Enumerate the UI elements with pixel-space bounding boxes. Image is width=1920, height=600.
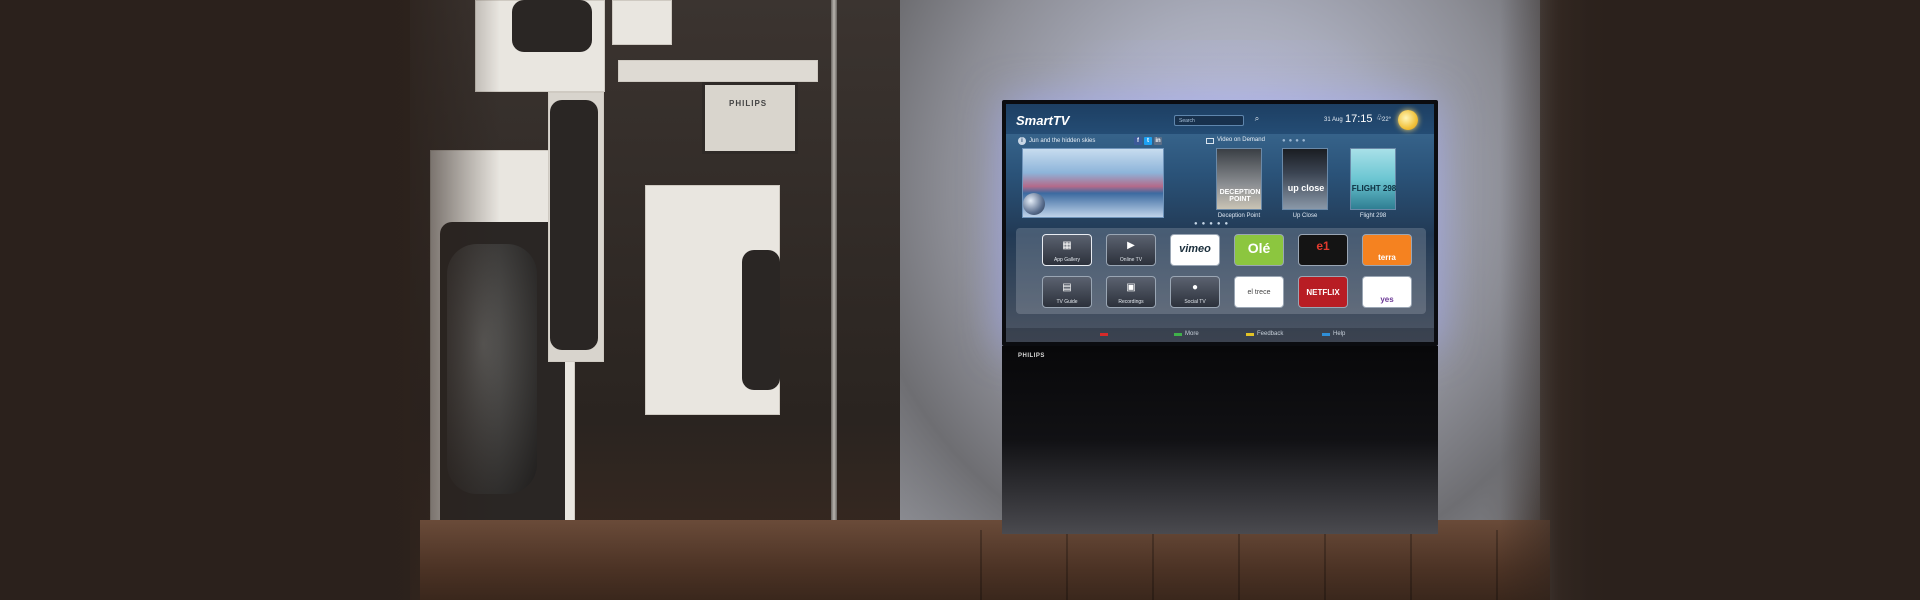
app-label: App Gallery <box>1053 257 1081 263</box>
facebook-icon[interactable]: f <box>1134 137 1142 145</box>
green-key[interactable] <box>1174 333 1182 336</box>
yellow-key[interactable] <box>1246 333 1254 336</box>
featured-title-row: i Jun and the hidden skies f t in <box>1018 137 1164 147</box>
tv-icon <box>1206 138 1214 144</box>
temperature-label: 22° <box>1382 117 1392 123</box>
yes-tile[interactable]: yes <box>1362 276 1412 308</box>
featured-video-thumbnail[interactable] <box>1022 148 1164 218</box>
vimeo-tile[interactable]: vimeo <box>1170 234 1220 266</box>
el-trece-logo: el trece <box>1247 289 1271 296</box>
old-tv <box>550 100 598 350</box>
tv-guide-tile[interactable]: ▤ TV Guide <box>1042 276 1092 308</box>
search-input[interactable]: Search <box>1174 115 1244 126</box>
movie-title: Deception Point <box>1217 213 1261 219</box>
poster-text: FLIGHT 298 <box>1351 184 1397 193</box>
movie-title: Flight 298 <box>1359 213 1387 219</box>
red-key[interactable] <box>1100 333 1108 336</box>
poster-label: PHILIPS <box>729 99 768 108</box>
e1-tile[interactable]: e1 <box>1298 234 1348 266</box>
date-label: 31 Aug <box>1324 117 1343 123</box>
floor-boards <box>980 530 1540 600</box>
app-label: Social TV <box>1184 299 1206 305</box>
right-shadow <box>1500 0 1920 600</box>
poster-text: DECEPTION POINT <box>1219 189 1261 203</box>
help-label[interactable]: Help <box>1333 331 1345 337</box>
app-label: Online TV <box>1119 257 1143 263</box>
shelf-fade <box>380 0 500 600</box>
e1-logo: e1 <box>1316 239 1330 253</box>
terra-tile[interactable]: terra <box>1362 234 1412 266</box>
netflix-tile[interactable]: NETFLIX <box>1298 276 1348 308</box>
app-label: TV Guide <box>1056 299 1078 305</box>
vod-title: Video on Demand <box>1217 137 1265 143</box>
movie-poster-up-close[interactable]: up close <box>1282 148 1328 210</box>
recordings-icon: ▣ <box>1126 282 1136 293</box>
featured-panel: i Jun and the hidden skies f t in <box>1018 134 1164 218</box>
old-tv <box>742 250 780 390</box>
vimeo-logo: vimeo <box>1179 243 1211 255</box>
scene-photo: PHILIPS SmartTV Search ⌕ 31 Aug 17:15 ♧ … <box>0 0 1920 600</box>
featured-play-orb <box>1023 193 1045 215</box>
search-icon[interactable]: ⌕ <box>1252 114 1262 124</box>
vod-page-dots: ●●●● <box>1282 138 1309 144</box>
smarttv-logo: SmartTV <box>1016 113 1070 128</box>
terra-logo: terra <box>1378 253 1396 262</box>
social-tv-tile[interactable]: ● Social TV <box>1170 276 1220 308</box>
more-label[interactable]: More <box>1185 331 1199 337</box>
app-label: Recordings <box>1118 299 1144 305</box>
carousel-dots: ●●●●● <box>1194 221 1233 227</box>
tv-bezel: SmartTV Search ⌕ 31 Aug 17:15 ♧ 22° i Ju… <box>1002 100 1438 346</box>
movie-title: Up Close <box>1292 213 1318 219</box>
feedback-label[interactable]: Feedback <box>1257 331 1283 337</box>
metal-pole <box>831 0 837 600</box>
poster-frame: PHILIPS <box>702 82 798 154</box>
smarttv-screen: SmartTV Search ⌕ 31 Aug 17:15 ♧ 22° i Ju… <box>1006 104 1434 342</box>
shelf-unit <box>612 0 672 45</box>
philips-logo: PHILIPS <box>1018 353 1045 359</box>
old-tv <box>512 0 592 52</box>
netflix-logo: NETFLIX <box>1306 288 1340 297</box>
movie-poster-flight-298[interactable]: FLIGHT 298 <box>1350 148 1396 210</box>
shelf-board <box>618 60 818 82</box>
info-icon: i <box>1018 137 1026 145</box>
sun-icon <box>1398 110 1418 130</box>
ole-tile[interactable]: Olé <box>1234 234 1284 266</box>
blue-key[interactable] <box>1322 333 1330 336</box>
vod-panel: Video on Demand ●●●● DECEPTION POINT Dec… <box>1206 134 1426 220</box>
featured-title: Jun and the hidden skies <box>1029 138 1096 144</box>
television: SmartTV Search ⌕ 31 Aug 17:15 ♧ 22° i Ju… <box>1002 100 1438 534</box>
el-trece-tile[interactable]: el trece <box>1234 276 1284 308</box>
yes-logo: yes <box>1380 295 1394 304</box>
ole-logo: Olé <box>1247 240 1271 256</box>
recordings-tile[interactable]: ▣ Recordings <box>1106 276 1156 308</box>
book-icon: ▤ <box>1062 282 1072 293</box>
poster-text: up close <box>1287 183 1325 193</box>
tv-soundbar-stand <box>1002 346 1438 534</box>
social-icon: ● <box>1191 282 1199 293</box>
linkedin-icon[interactable]: in <box>1154 137 1162 145</box>
twitter-icon[interactable]: t <box>1144 137 1152 145</box>
online-tv-tile[interactable]: ▶ Online TV <box>1106 234 1156 266</box>
online-tv-icon: ▶ <box>1127 240 1135 251</box>
color-key-bar: More Feedback Help <box>1006 328 1434 342</box>
app-gallery-tile[interactable]: ▦ App Gallery <box>1042 234 1092 266</box>
app-grid: ▦ App Gallery ▶ Online TV vimeo Olé e1 t… <box>1016 228 1426 314</box>
movie-poster-deception-point[interactable]: DECEPTION POINT <box>1216 148 1262 210</box>
time-label: 17:15 <box>1345 113 1373 125</box>
app-gallery-icon: ▦ <box>1062 240 1072 251</box>
smarttv-header: SmartTV Search ⌕ 31 Aug 17:15 ♧ 22° <box>1006 104 1434 134</box>
